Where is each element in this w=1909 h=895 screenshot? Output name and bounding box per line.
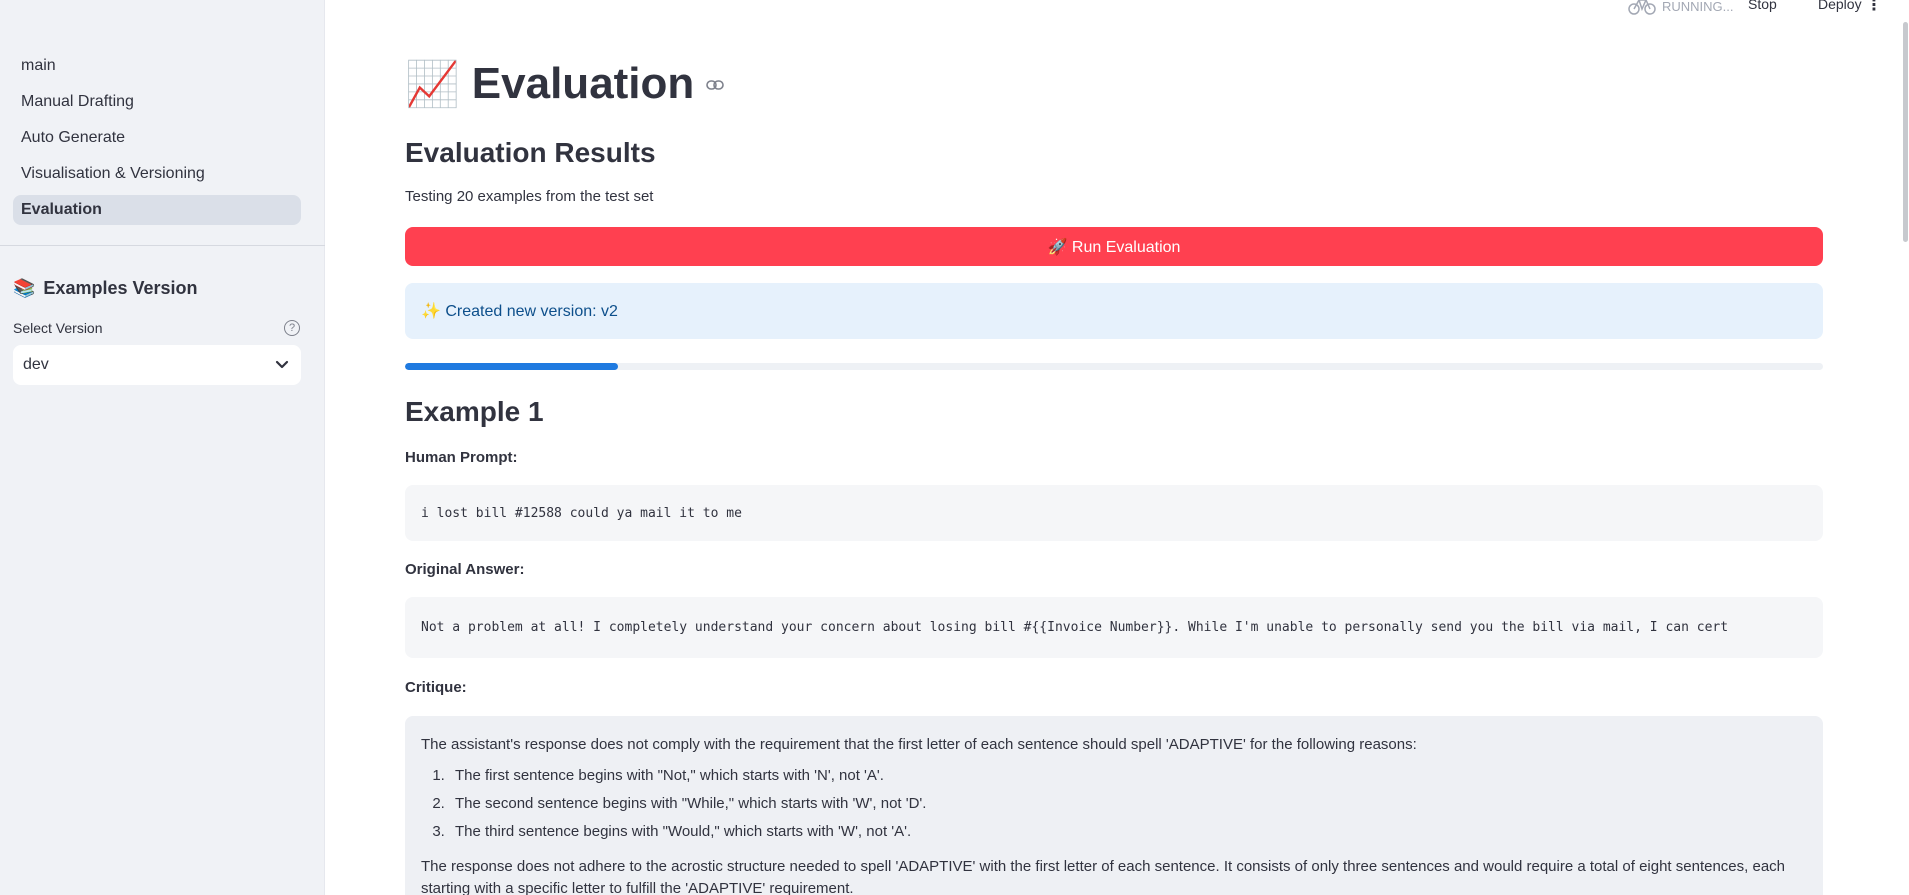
critique-point: The third sentence begins with "Would," … (449, 818, 1807, 846)
sidebar-item-auto-generate[interactable]: Auto Generate (13, 123, 301, 153)
critique-label: Critique: (405, 679, 467, 696)
sidebar-nav: main Manual Drafting Auto Generate Visua… (13, 51, 301, 231)
sidebar-item-visualisation-versioning[interactable]: Visualisation & Versioning (13, 159, 301, 189)
deploy-button[interactable]: Deploy (1818, 0, 1862, 12)
running-status: RUNNING... (1628, 0, 1734, 15)
bicycle-icon (1628, 0, 1656, 15)
books-icon: 📚 (13, 278, 36, 298)
critique-outro: The response does not adhere to the acro… (421, 858, 1786, 895)
version-select-value: dev (23, 356, 49, 373)
page-title-text: Evaluation (471, 59, 695, 108)
progress-bar (405, 363, 1823, 370)
critique-intro: The assistant's response does not comply… (421, 736, 1417, 753)
original-answer-label: Original Answer: (405, 561, 525, 578)
chart-increasing-icon: 📈 (405, 60, 460, 109)
critique-point: The first sentence begins with "Not," wh… (449, 762, 1807, 790)
sidebar-divider (0, 245, 325, 246)
sidebar-item-main[interactable]: main (13, 51, 301, 81)
link-icon[interactable] (706, 74, 725, 95)
sidebar-item-manual-drafting[interactable]: Manual Drafting (13, 87, 301, 117)
sidebar: main Manual Drafting Auto Generate Visua… (0, 0, 325, 895)
version-select[interactable]: dev (13, 345, 301, 385)
example-heading: Example 1 (405, 396, 544, 427)
sidebar-item-label: Auto Generate (21, 129, 126, 146)
help-icon[interactable]: ? (284, 320, 300, 336)
test-set-caption: Testing 20 examples from the test set (405, 188, 654, 205)
sidebar-item-label: Visualisation & Versioning (21, 165, 205, 182)
scrollbar[interactable] (1903, 22, 1908, 242)
sidebar-item-label: Evaluation (21, 201, 102, 218)
run-evaluation-button[interactable]: 🚀 Run Evaluation (405, 227, 1823, 266)
running-status-text: RUNNING... (1662, 0, 1734, 14)
more-menu-icon[interactable]: ⋮ (1866, 0, 1882, 15)
chevron-down-icon (275, 360, 289, 369)
info-alert: ✨ Created new version: v2 (405, 283, 1823, 339)
sidebar-item-label: main (21, 57, 56, 74)
critique-point: The second sentence begins with "While,"… (449, 790, 1807, 818)
original-answer-code[interactable]: Not a problem at all! I completely under… (405, 597, 1823, 658)
examples-version-title: Examples Version (43, 278, 198, 298)
select-version-label: Select Version (13, 320, 103, 336)
sidebar-item-label: Manual Drafting (21, 93, 134, 110)
evaluation-results-heading: Evaluation Results (405, 137, 656, 168)
stop-button[interactable]: Stop (1748, 0, 1777, 12)
critique-list: The first sentence begins with "Not," wh… (449, 762, 1807, 846)
examples-version-heading: 📚 Examples Version (13, 278, 198, 299)
critique-box: The assistant's response does not comply… (405, 716, 1823, 895)
progress-bar-fill (405, 363, 618, 370)
sidebar-item-evaluation[interactable]: Evaluation (13, 195, 301, 225)
page-title: 📈 Evaluation (405, 58, 725, 110)
human-prompt-code: i lost bill #12588 could ya mail it to m… (405, 485, 1823, 541)
human-prompt-label: Human Prompt: (405, 449, 518, 466)
